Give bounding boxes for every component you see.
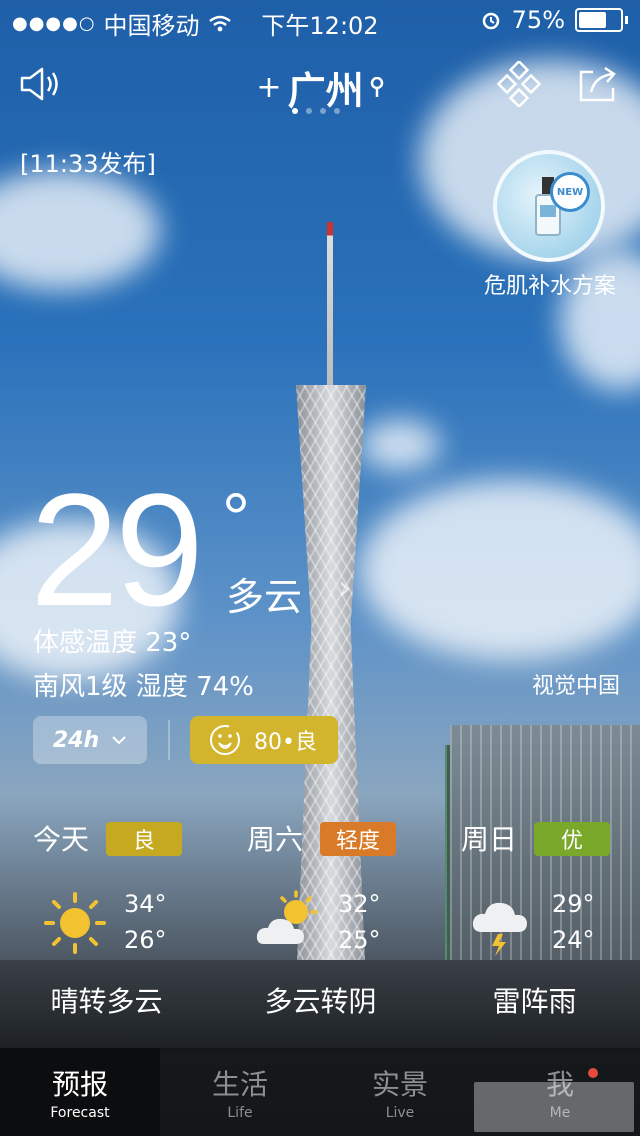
hourly-label: 24h [52,727,100,753]
tab-me[interactable]: 我 Me [474,1048,640,1136]
location-pin-icon [370,76,383,97]
tower-mast [327,222,333,392]
photo-credit: 视觉中国 [531,674,620,699]
forecast-desc: 晴转多云 [50,985,163,1018]
city-selector[interactable]: + 广州 [256,60,383,115]
high-temp: 34° [124,890,167,918]
mask-face-icon [210,725,240,755]
current-temperature: 29 [30,460,204,639]
share-icon [579,66,616,102]
battery-cap [625,16,628,24]
add-city-icon[interactable]: + [256,70,281,105]
tab-sublabel: Live [385,1105,415,1121]
page-dot [306,108,312,114]
notification-dot [588,1068,598,1078]
current-condition[interactable]: 多云 [226,566,302,621]
aqi-badge: 轻度 [320,822,396,856]
daily-forecast: 今天 良 34° 26° 晴转多云 周六 轻度 32° 25° 多云转阴 周日 … [0,818,640,1038]
partly-cloudy-icon [256,890,318,944]
aqi-button[interactable]: 80•良 [190,716,338,764]
thunderstorm-icon [472,902,527,956]
alarm-icon [482,12,499,30]
day-name: 周六 [247,823,304,856]
day-name: 今天 [33,823,90,856]
aqi-label: 80•良 [254,730,317,755]
page-dot [320,108,326,114]
forecast-desc: 多云转阴 [264,985,377,1018]
chevron-right-icon[interactable]: › [338,568,352,608]
tab-bar: 预报 Forecast 生活 Life 实景 Live 我 Me [0,1048,640,1136]
weather-screen: ●●●●○ 中国移动 下午12:02 75% + 广州 [11:33发布] NE… [0,0,640,1136]
tab-live[interactable]: 实景 Live [320,1048,480,1136]
cloud [0,170,160,290]
watermark-logo [474,1082,634,1132]
tab-life[interactable]: 生活 Life [160,1048,320,1136]
cloud [360,420,440,470]
high-temp: 29° [552,890,595,918]
page-dot [334,108,340,114]
hourly-button[interactable]: 24h [33,716,147,764]
share-button[interactable] [572,62,622,106]
apps-button[interactable] [494,61,544,107]
sunny-icon [44,892,106,954]
low-temp: 26° [124,926,167,954]
low-temp: 24° [552,926,595,954]
ad-bubble[interactable] [493,150,605,262]
page-dot [292,108,298,114]
tab-label: 实景 [371,1068,428,1101]
tab-forecast[interactable]: 预报 Forecast [0,1048,160,1136]
tab-label: 生活 [211,1068,268,1101]
aqi-badge: 良 [106,822,182,856]
battery-icon [575,8,623,32]
wind-humidity: 南风1级 湿度 74% [33,672,254,702]
status-bar: ●●●●○ 中国移动 下午12:02 75% [0,0,640,40]
city-header: + 广州 [0,60,640,115]
aqi-badge: 优 [534,822,610,856]
tab-sublabel: Forecast [50,1105,110,1121]
low-temp: 25° [338,926,381,954]
high-temp: 32° [338,890,381,918]
battery-fill [579,12,606,28]
page-indicator [292,108,340,114]
diamond-grid-icon [496,61,542,107]
status-right: 75% [480,6,628,34]
new-badge: NEW [550,172,590,212]
day-name: 周日 [461,823,518,856]
degree-symbol: ° [222,479,250,557]
city-name: 广州 [287,69,364,113]
cloud [360,480,640,660]
battery-percent: 75% [511,6,565,34]
feels-like: 体感温度 23° [33,628,192,658]
tab-label: 预报 [51,1068,108,1101]
chevron-down-icon [112,736,126,745]
ad-label[interactable]: 危肌补水方案 [470,268,630,300]
forecast-desc: 雷阵雨 [492,985,577,1018]
tab-sublabel: Life [227,1105,253,1121]
publish-time: [11:33发布] [20,150,156,178]
divider [168,720,170,760]
